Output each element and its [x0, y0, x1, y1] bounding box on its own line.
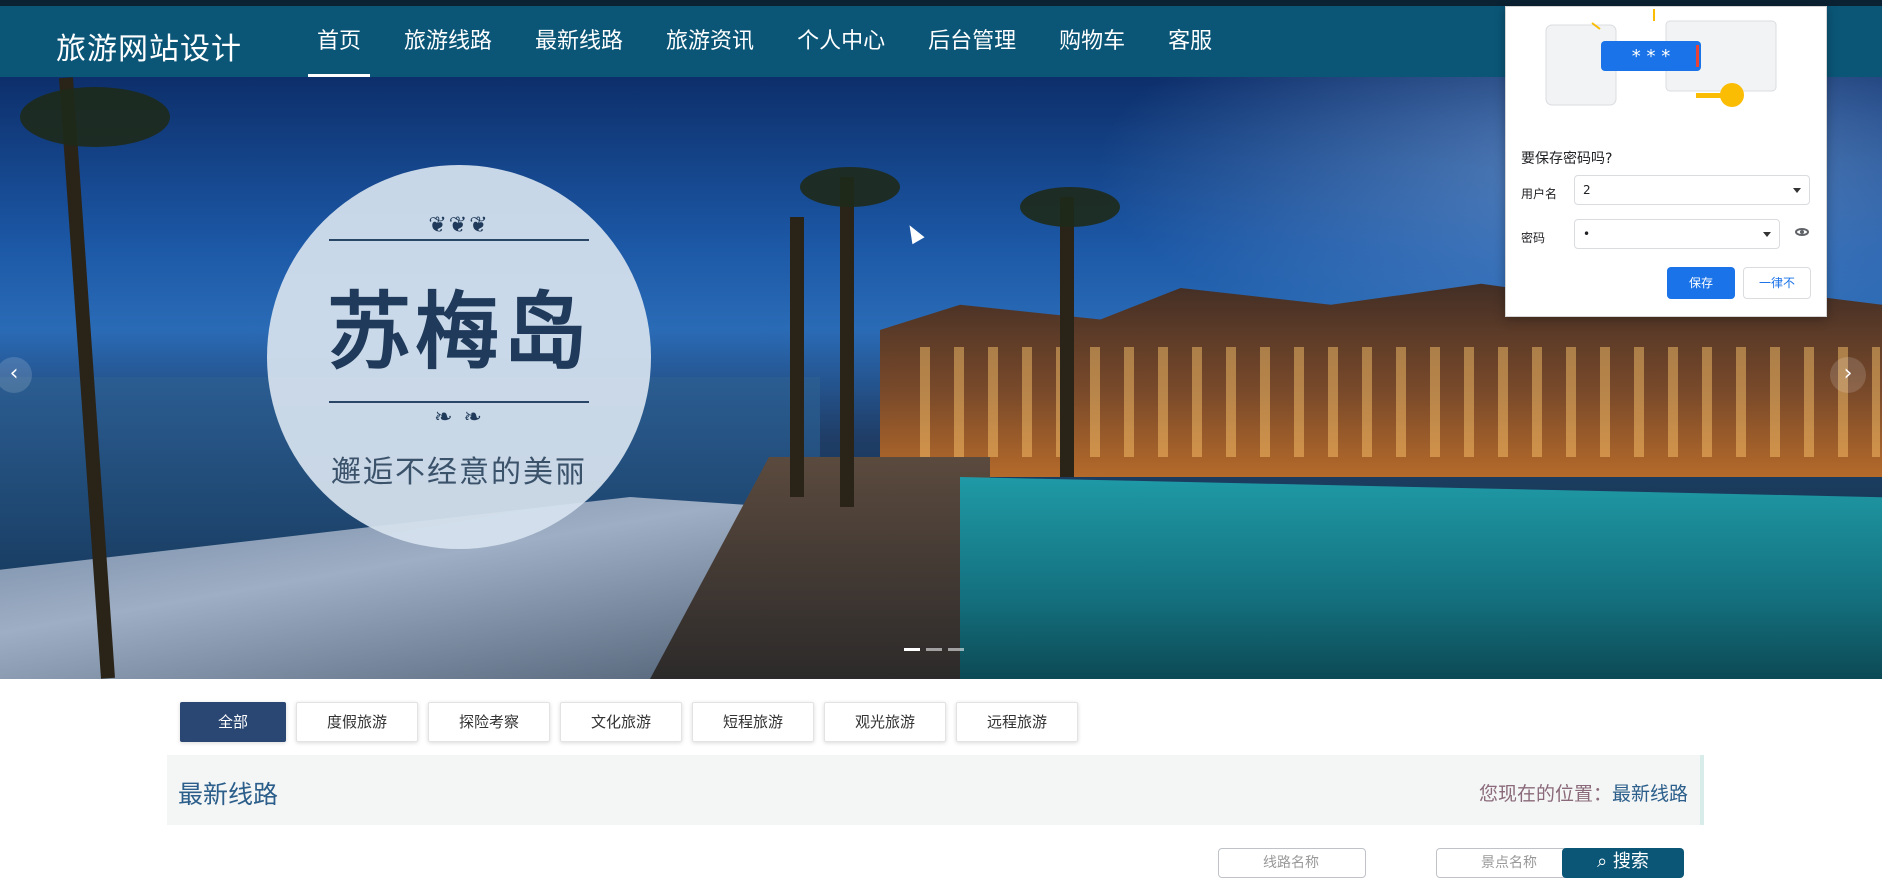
category-long[interactable]: 远程旅游 — [956, 702, 1078, 742]
banner-badge: ❦❦❦ 苏梅岛 ❧ ❧ 邂逅不经意的美丽 — [267, 165, 651, 549]
breadcrumb-current[interactable]: 最新线路 — [1612, 783, 1688, 805]
nav-item-personal-center[interactable]: 个人中心 — [786, 6, 896, 77]
chevron-down-icon — [1793, 188, 1801, 193]
popup-title: 要保存密码吗? — [1521, 151, 1613, 167]
main-nav: 首页 旅游线路 最新线路 旅游资讯 个人中心 后台管理 购物车 客服 — [306, 6, 1244, 77]
nav-item-news[interactable]: 旅游资讯 — [655, 6, 765, 77]
section-title: 最新线路 — [178, 780, 279, 809]
palm-tree — [790, 217, 804, 497]
category-short[interactable]: 短程旅游 — [692, 702, 814, 742]
banner-subtitle: 邂逅不经意的美丽 — [331, 455, 587, 490]
palm-tree — [840, 177, 854, 507]
category-filter: 全部 度假旅游 探险考察 文化旅游 短程旅游 观光旅游 远程旅游 — [180, 702, 1088, 742]
carousel-indicators — [904, 648, 970, 651]
nav-item-admin[interactable]: 后台管理 — [917, 6, 1027, 77]
save-password-popup: * * * 要保存密码吗? 用户名 2 密码 • 保存 一律不 — [1505, 6, 1827, 317]
category-culture[interactable]: 文化旅游 — [560, 702, 682, 742]
eye-icon[interactable] — [1795, 228, 1809, 236]
site-logo[interactable]: 旅游网站设计 — [56, 24, 242, 68]
chevron-right-icon[interactable]: › — [1830, 357, 1866, 393]
masked-password-text: * * * — [1632, 46, 1670, 67]
username-label: 用户名 — [1521, 187, 1558, 201]
category-holiday[interactable]: 度假旅游 — [296, 702, 418, 742]
category-sightseeing[interactable]: 观光旅游 — [824, 702, 946, 742]
search-button-label: 搜索 — [1612, 851, 1649, 872]
carousel-dot[interactable] — [948, 648, 964, 651]
banner-title: 苏梅岛 — [326, 282, 591, 381]
password-label: 密码 — [1521, 231, 1546, 245]
nav-item-new-routes[interactable]: 最新线路 — [524, 6, 634, 77]
breadcrumb: 您现在的位置：最新线路 — [1479, 779, 1688, 806]
palm-fronds — [1020, 187, 1120, 227]
palm-fronds — [800, 167, 900, 207]
carousel-dot[interactable] — [926, 648, 942, 651]
ornament-icon: ❧ ❧ — [434, 405, 484, 430]
chevron-down-icon — [1763, 232, 1771, 237]
nav-item-home[interactable]: 首页 — [306, 6, 372, 77]
search-icon: ⌕ — [1597, 851, 1613, 872]
ornament-line — [329, 239, 589, 241]
carousel-dot[interactable] — [904, 648, 920, 651]
palm-tree — [1060, 197, 1074, 477]
route-name-input[interactable]: 线路名称 — [1218, 848, 1366, 878]
search-button[interactable]: ⌕ 搜索 — [1562, 848, 1684, 878]
nav-item-service[interactable]: 客服 — [1157, 6, 1223, 77]
password-illustration-icon: * * * — [1545, 9, 1777, 107]
nav-item-routes[interactable]: 旅游线路 — [393, 6, 503, 77]
nav-item-cart[interactable]: 购物车 — [1048, 6, 1136, 77]
username-select[interactable]: 2 — [1574, 175, 1810, 205]
category-all[interactable]: 全部 — [180, 702, 286, 742]
ornament-line — [329, 401, 589, 403]
category-expedition[interactable]: 探险考察 — [428, 702, 550, 742]
palm-fronds — [20, 87, 170, 147]
section-titlebar: 最新线路 您现在的位置：最新线路 — [167, 755, 1704, 825]
breadcrumb-prefix: 您现在的位置： — [1478, 783, 1612, 805]
save-password-button[interactable]: 保存 — [1667, 267, 1735, 299]
username-value: 2 — [1583, 183, 1591, 197]
password-field[interactable]: • — [1574, 219, 1780, 249]
never-save-button[interactable]: 一律不 — [1743, 267, 1811, 299]
password-value: • — [1583, 227, 1591, 241]
banner-pool — [960, 477, 1882, 679]
